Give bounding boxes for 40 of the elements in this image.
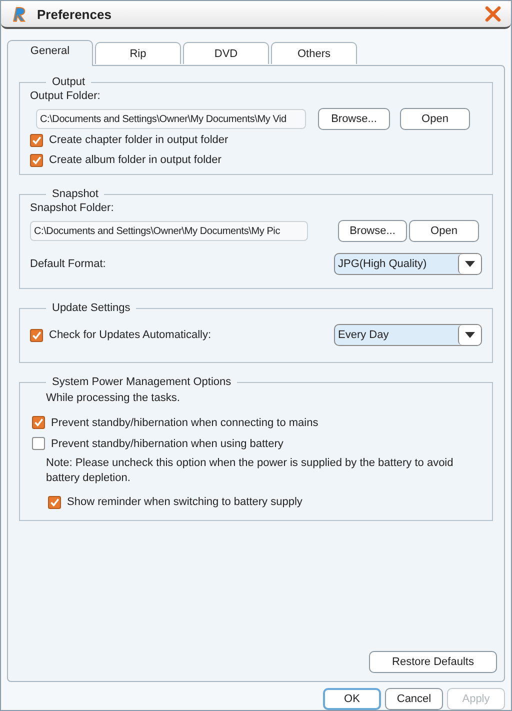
folder-button[interactable]: Browse...	[318, 108, 390, 130]
dropdown-arrow-icon	[465, 332, 475, 338]
checkbox-label: Prevent standby/hibernation when using battery	[51, 438, 284, 450]
checkbox[interactable]	[32, 437, 45, 450]
folder-field[interactable]: C:\Documents and Settings\Owner\My Documents\My Vid	[36, 109, 306, 129]
checkbox-label: Show reminder when switching to battery supply	[67, 496, 302, 508]
folder-field[interactable]: C:\Documents and Settings\Owner\My Documents\My Pic	[30, 221, 308, 241]
checkbox[interactable]	[30, 154, 43, 166]
group-title: Update Settings	[51, 302, 132, 314]
checkbox[interactable]	[32, 416, 45, 429]
group-title: System Power Management Options	[51, 376, 232, 388]
dropdown-arrow-icon	[465, 261, 475, 267]
intro-text: While processing the tasks.	[46, 392, 181, 404]
tab[interactable]: General	[7, 40, 93, 66]
checkbox-label: Create album folder in output folder	[49, 154, 222, 166]
format-dropdown[interactable]: JPG(High Quality)	[334, 253, 482, 275]
restore-defaults-button[interactable]: Restore Defaults	[369, 651, 497, 673]
folder-button[interactable]: Open	[409, 220, 479, 242]
group-title: Output	[51, 76, 86, 88]
checkbox[interactable]	[30, 328, 43, 342]
tab[interactable]: DVD	[183, 42, 269, 64]
folder-button[interactable]: Browse...	[338, 220, 407, 242]
checkbox[interactable]	[30, 134, 43, 146]
tab[interactable]: Rip	[95, 42, 181, 64]
dialog-button[interactable]: OK	[323, 688, 381, 710]
field-label: Default Format:	[30, 258, 106, 270]
field-label: Snapshot Folder:	[30, 202, 115, 214]
dialog-button[interactable]: Cancel	[385, 688, 443, 710]
tab[interactable]: Others	[271, 42, 357, 64]
note-text: Note: Please uncheck this option when the power is supplied by the battery to avoid battery depletion.	[46, 456, 454, 486]
update-frequency-dropdown[interactable]: Every Day	[334, 324, 482, 346]
checkbox[interactable]	[48, 496, 61, 508]
group-title: Snapshot	[51, 188, 100, 200]
window-title: Preferences	[37, 6, 112, 22]
folder-button[interactable]: Open	[400, 108, 470, 130]
checkbox-label: Check for Updates Automatically:	[49, 329, 212, 341]
close-icon[interactable]	[485, 6, 501, 22]
field-label: Output Folder:	[30, 90, 102, 102]
checkbox-label: Prevent standby/hibernation when connecting to mains	[51, 416, 318, 428]
checkbox-label: Create chapter folder in output folder	[49, 134, 228, 146]
